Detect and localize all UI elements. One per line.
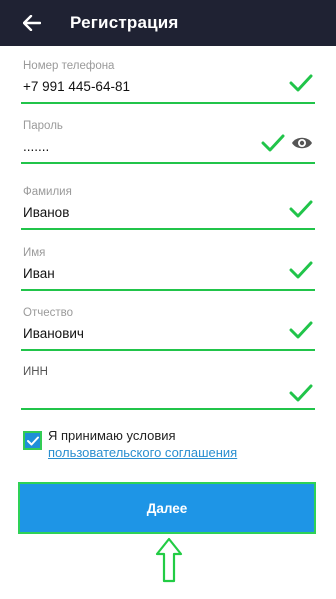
inn-input[interactable] [23, 385, 253, 400]
password-label: Пароль [23, 120, 63, 132]
inn-field[interactable]: ИНН [21, 366, 315, 410]
inn-label: ИНН [23, 366, 48, 378]
patronymic-field[interactable]: Отчество [21, 307, 315, 351]
agreement-checkbox[interactable] [23, 431, 42, 450]
name-input[interactable] [23, 266, 253, 281]
eye-icon[interactable] [291, 135, 313, 151]
password-field[interactable]: Пароль [21, 120, 315, 164]
patronymic-underline [21, 349, 315, 351]
checkmark-icon [26, 436, 39, 445]
agreement-text: Я принимаю условия [48, 428, 176, 443]
app-bar: Регистрация [0, 0, 336, 46]
page-title: Регистрация [70, 13, 179, 32]
patronymic-input[interactable] [23, 326, 253, 341]
name-field[interactable]: Имя [21, 247, 315, 291]
password-underline [21, 162, 315, 164]
checkmark-icon [289, 200, 313, 218]
phone-field[interactable]: Номер телефона [21, 60, 315, 104]
surname-input[interactable] [23, 205, 253, 220]
inn-underline [21, 408, 315, 410]
phone-label: Номер телефона [23, 60, 115, 72]
back-button[interactable] [18, 9, 46, 37]
agreement-link[interactable]: пользовательского соглашения [48, 445, 237, 461]
checkmark-icon [289, 261, 313, 279]
checkmark-icon [289, 321, 313, 339]
name-underline [21, 289, 315, 291]
surname-underline [21, 228, 315, 230]
patronymic-label: Отчество [23, 307, 73, 319]
arrow-up-icon [155, 537, 183, 583]
checkmark-icon [261, 134, 285, 152]
name-label: Имя [23, 247, 46, 259]
checkmark-icon [289, 74, 313, 92]
password-input[interactable] [23, 139, 253, 154]
arrow-left-icon [23, 15, 41, 31]
checkmark-icon [289, 384, 313, 402]
phone-input[interactable] [23, 79, 253, 94]
phone-underline [21, 102, 315, 104]
surname-field[interactable]: Фамилия [21, 186, 315, 230]
agreement-row: Я принимаю условия пользовательского сог… [23, 428, 313, 464]
surname-label: Фамилия [23, 186, 72, 198]
next-button[interactable]: Далее [18, 482, 316, 534]
